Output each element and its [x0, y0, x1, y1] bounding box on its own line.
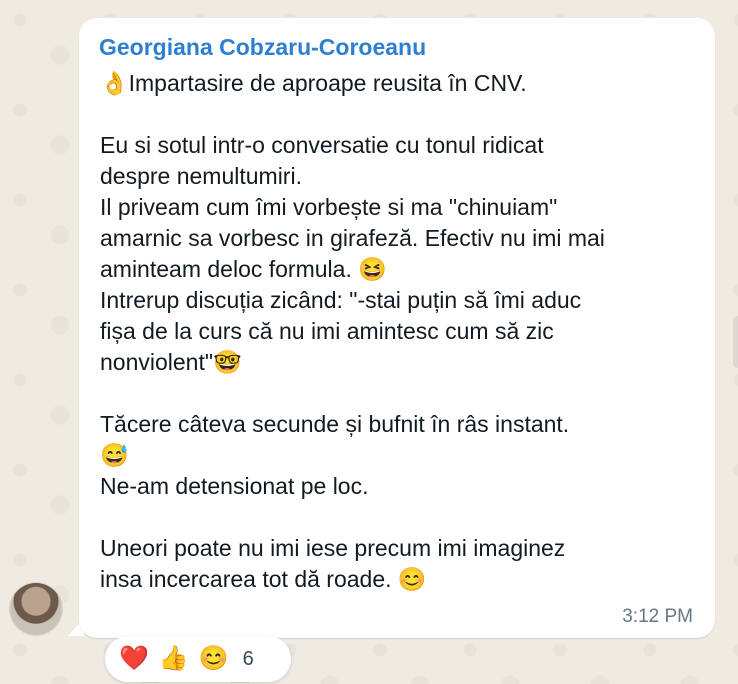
message-timestamp: 3:12 PM [622, 606, 693, 627]
right-edge-handle[interactable] [733, 316, 738, 368]
message-text: 👌Impartasire de aproape reusita în CNV. … [100, 70, 605, 592]
heart-icon[interactable]: ❤️ [119, 647, 149, 671]
reaction-bar[interactable]: ❤️ 👍 😊 6 [105, 636, 291, 682]
smiling-face-icon[interactable]: 😊 [199, 647, 229, 671]
avatar[interactable] [10, 583, 62, 635]
thumbs-up-icon[interactable]: 👍 [159, 647, 189, 671]
message-bubble[interactable]: Georgiana Cobzaru-Coroeanu 👌Impartasire … [79, 18, 715, 638]
reaction-count: 6 [242, 647, 254, 670]
sender-name[interactable]: Georgiana Cobzaru-Coroeanu [99, 34, 426, 61]
